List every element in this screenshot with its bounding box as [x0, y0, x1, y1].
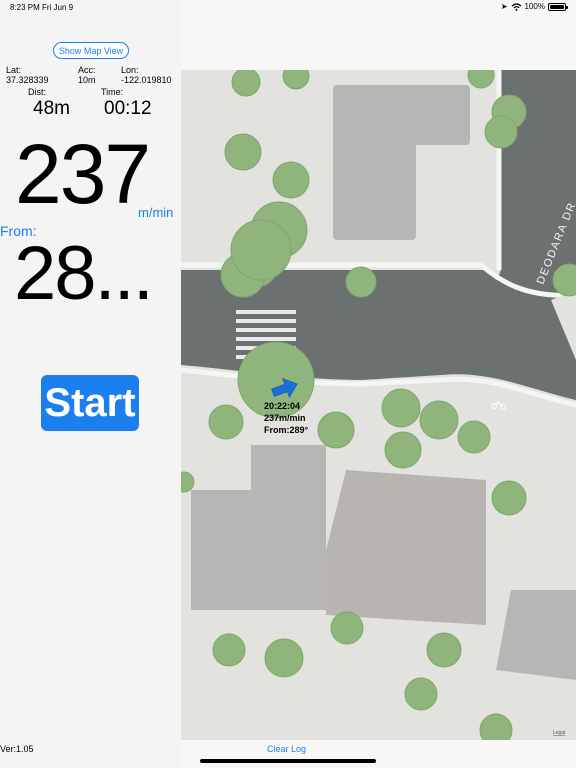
show-map-view-button[interactable]: Show Map View	[53, 42, 129, 59]
acc-value: 10m	[78, 75, 96, 85]
start-button[interactable]: Start	[41, 375, 139, 431]
dist-value: 48m	[33, 98, 70, 119]
building	[333, 85, 416, 240]
side-panel: Show Map View Lat: 37.328339 Acc: 10m Lo…	[0, 0, 181, 768]
map-view[interactable]: DEODARA DR Legal	[181, 70, 576, 740]
status-date: Fri Jun 9	[42, 3, 74, 12]
wifi-icon	[511, 2, 521, 11]
speed-value: 237	[15, 127, 151, 221]
version-label: Ver:1.05	[0, 744, 34, 754]
legal-link[interactable]: Legal	[553, 730, 565, 736]
marker-timestamp: 20:22:04	[264, 401, 301, 411]
home-indicator[interactable]	[200, 759, 376, 763]
battery-icon	[548, 2, 568, 11]
lon-value: -122.019810	[121, 75, 172, 85]
clear-log-button[interactable]: Clear Log	[267, 744, 306, 754]
lat-value: 37.328339	[6, 75, 49, 85]
marker-speed: 237m/min	[264, 413, 306, 423]
acc-label: Acc:	[78, 65, 96, 75]
time-label: Time:	[101, 87, 124, 97]
dist-label: Dist:	[28, 87, 46, 97]
time-value: 00:12	[104, 98, 152, 119]
lon-label: Lon:	[121, 65, 139, 75]
marker-info: 20:22:04 237m/min From:289°	[264, 400, 308, 436]
status-right: ➤ 100%	[500, 2, 568, 11]
building	[326, 470, 486, 625]
speed-unit: m/min	[138, 205, 174, 220]
location-services-icon: ➤	[500, 2, 508, 11]
marker-heading: From:289°	[264, 425, 309, 435]
status-time: 8:23 PM	[10, 3, 40, 12]
lat-label: Lat:	[6, 65, 22, 75]
heading-value: 28...	[14, 231, 154, 316]
battery-percent: 100%	[524, 2, 545, 11]
